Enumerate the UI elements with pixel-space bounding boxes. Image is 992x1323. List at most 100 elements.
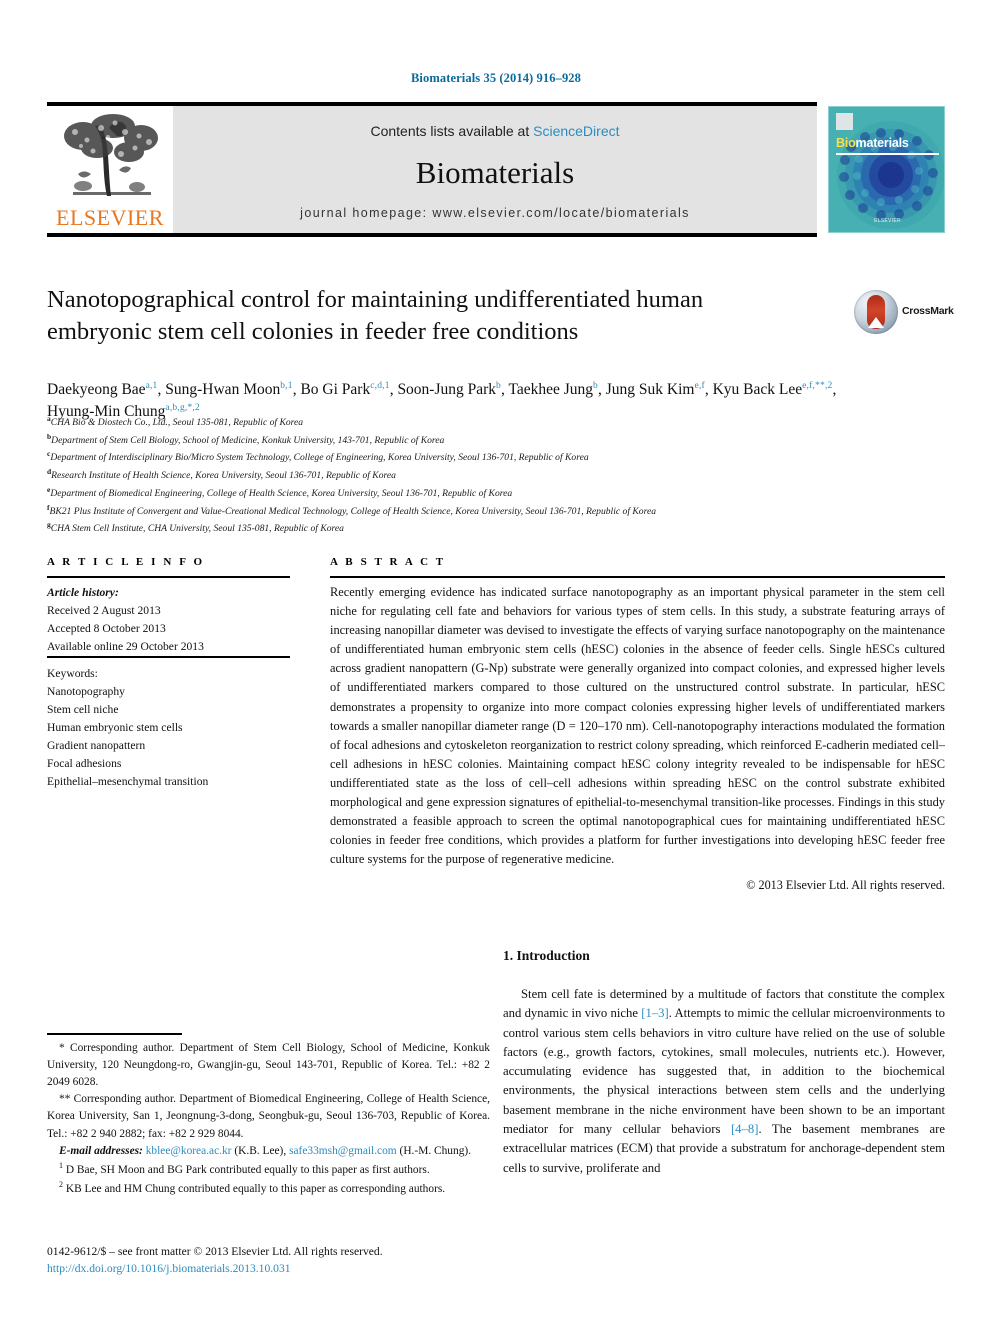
cover-title-materials: materials [855, 136, 909, 150]
author-affiliation-mark: b [593, 380, 598, 391]
journal-masthead: ELSEVIER Contents lists available at Sci… [47, 102, 945, 237]
keyword-item: Stem cell niche [47, 703, 119, 717]
author-name: Sung-Hwan Moon [165, 381, 281, 398]
affiliation-item: fBK21 Plus Institute of Convergent and V… [47, 502, 947, 520]
keyword-items: Nanotopography Stem cell niche Human embry… [47, 683, 290, 791]
abstract-copyright: © 2013 Elsevier Ltd. All rights reserved… [746, 878, 945, 892]
footnote-marker-1: 1 [59, 1160, 63, 1170]
masthead-panel: Contents lists available at ScienceDirec… [173, 106, 817, 233]
article-history-block: Article history: Received 2 August 2013 A… [47, 584, 290, 656]
crossmark-badge-icon [854, 290, 898, 334]
author-name: Daekyeong Bae [47, 381, 146, 398]
affiliation-item: aCHA Bio & Diostech Co., Ltd., Seoul 135… [47, 413, 947, 431]
sciencedirect-link[interactable]: ScienceDirect [533, 123, 619, 139]
keywords-label: Keywords: [47, 667, 98, 680]
email-addresses-line: E-mail addresses: kblee@korea.ac.kr (K.B… [47, 1143, 490, 1160]
journal-cover-thumbnail: Biomaterials ELSEVIER [828, 106, 945, 233]
author-affiliation-mark: e,f [694, 380, 705, 391]
email-link-2[interactable]: safe33msh@gmail.com [289, 1145, 397, 1157]
abstract-rule [330, 576, 945, 578]
title-block: Nanotopographical control for maintainin… [47, 284, 807, 348]
corresponding-author-1: * Corresponding author. Department of St… [47, 1042, 490, 1089]
footnote-rule [47, 1033, 182, 1035]
affiliation-text: Department of Stem Cell Biology, School … [51, 434, 445, 446]
author-affiliation-mark: a,1 [145, 380, 158, 391]
affiliation-item: eDepartment of Biomedical Engineering, C… [47, 484, 947, 502]
keywords-block: Keywords: Nanotopography Stem cell niche H… [47, 665, 290, 792]
footnote-text-1: D Bae, SH Moon and BG Park contributed e… [65, 1163, 430, 1176]
article-history-item: Received 2 August 2013 [47, 604, 161, 618]
keyword-item: Focal adhesions [47, 757, 122, 771]
article-history-item: Available online 29 October 2013 [47, 640, 204, 654]
article-history-item: Accepted 8 October 2013 [47, 622, 166, 636]
affiliation-text: Department of Interdisciplinary Bio/Micr… [50, 452, 589, 464]
equal-contribution-note-2: 2 KB Lee and HM Chung contributed equall… [47, 1179, 490, 1198]
author-name: Kyu Back Lee [712, 381, 803, 398]
author-name: Jung Suk Kim [605, 381, 695, 398]
crossmark-logo[interactable]: CrossMark [854, 290, 954, 336]
article-info-heading: A R T I C L E I N F O [47, 556, 205, 568]
author-affiliation-mark: a,b,g,*,2 [165, 402, 200, 413]
email-link-1[interactable]: kblee@korea.ac.kr [146, 1145, 232, 1157]
keyword-item: Human embryonic stem cells [47, 721, 183, 735]
masthead-bottom-rule [47, 233, 817, 237]
issn-line: 0142-9612/$ – see front matter © 2013 El… [47, 1245, 383, 1258]
author-name: Taekhee Jung [508, 381, 594, 398]
issn-block: 0142-9612/$ – see front matter © 2013 El… [47, 1243, 547, 1278]
affiliation-text: CHA Bio & Diostech Co., Ltd., Seoul 135-… [50, 417, 304, 429]
crossmark-label: CrossMark [902, 305, 954, 317]
author-name: Bo Gi Park [300, 381, 371, 398]
author-affiliation-mark: b,1 [280, 380, 293, 391]
abstract-heading: A B S T R A C T [330, 556, 446, 568]
journal-name: Biomaterials [415, 155, 575, 190]
author-affiliation-mark: e,f,**,2 [802, 380, 833, 391]
footnote-marker-2: 2 [59, 1179, 63, 1189]
introduction-paragraph: Stem cell fate is determined by a multit… [503, 985, 945, 1178]
introduction-heading: 1. Introduction [503, 948, 590, 963]
affiliation-item: gCHA Stem Cell Institute, CHA University… [47, 519, 947, 537]
article-info-rule [47, 576, 290, 578]
elsevier-logo: ELSEVIER [47, 106, 173, 233]
affiliation-text: Research Institute of Health Science, Ko… [51, 470, 396, 482]
doi-link[interactable]: http://dx.doi.org/10.1016/j.biomaterials… [47, 1260, 547, 1277]
paper-page: Biomaterials 35 (2014) 916–928 ELSEVIER … [0, 0, 992, 1323]
corresponding-author-2: ** Corresponding author. Department of B… [47, 1093, 490, 1140]
citation-ref-1-3[interactable]: [1–3] [641, 1006, 668, 1020]
cover-rule [836, 153, 939, 155]
email-label: E-mail addresses: [59, 1144, 143, 1157]
article-history-label: Article history: [47, 586, 119, 599]
author-name: Soon-Jung Park [397, 381, 497, 398]
contents-prefix: Contents lists available at [370, 123, 534, 139]
abstract-text: Recently emerging evidence has indicated… [330, 585, 945, 867]
intro-text-2: . Attempts to mimic the cellular microen… [503, 1006, 945, 1137]
elsevier-tree-icon [64, 114, 158, 196]
affiliation-list: aCHA Bio & Diostech Co., Ltd., Seoul 135… [47, 413, 947, 537]
keyword-item: Epithelial–mesenchymal transition [47, 775, 209, 789]
keywords-rule [47, 656, 290, 658]
running-head: Biomaterials 35 (2014) 916–928 [411, 71, 581, 85]
equal-contribution-note-1: 1 D Bae, SH Moon and BG Park contributed… [47, 1160, 490, 1179]
affiliation-text: Department of Biomedical Engineering, Co… [50, 488, 513, 500]
affiliation-item: cDepartment of Interdisciplinary Bio/Mic… [47, 448, 947, 466]
elsevier-wordmark: ELSEVIER [56, 205, 164, 230]
footnote-block: * Corresponding author. Department of St… [47, 1040, 490, 1198]
contents-line: Contents lists available at ScienceDirec… [173, 123, 817, 139]
cover-publisher-badge [836, 113, 853, 130]
author-affiliation-mark: c,d,1 [370, 380, 390, 391]
cover-title-bio: Bio [836, 136, 856, 150]
email-owner-2: (H.-M. Chung). [399, 1144, 472, 1157]
citation-ref-4-8[interactable]: [4–8] [731, 1122, 758, 1136]
affiliation-item: dResearch Institute of Health Science, K… [47, 466, 947, 484]
page-title: Nanotopographical control for maintainin… [47, 286, 704, 345]
cover-footer: ELSEVIER [874, 218, 901, 224]
affiliation-item: bDepartment of Stem Cell Biology, School… [47, 431, 947, 449]
affiliation-text: BK21 Plus Institute of Convergent and Va… [49, 505, 657, 517]
footnote-text-2: KB Lee and HM Chung contributed equally … [65, 1182, 446, 1195]
cover-title: Biomaterials [836, 136, 909, 150]
journal-homepage[interactable]: journal homepage: www.elsevier.com/locat… [173, 206, 817, 220]
affiliation-text: CHA Stem Cell Institute, CHA University,… [50, 523, 344, 535]
keyword-item: Nanotopography [47, 685, 125, 699]
author-affiliation-mark: b [496, 380, 501, 391]
keyword-item: Gradient nanopattern [47, 739, 146, 753]
email-owner-1: (K.B. Lee), [234, 1144, 287, 1157]
